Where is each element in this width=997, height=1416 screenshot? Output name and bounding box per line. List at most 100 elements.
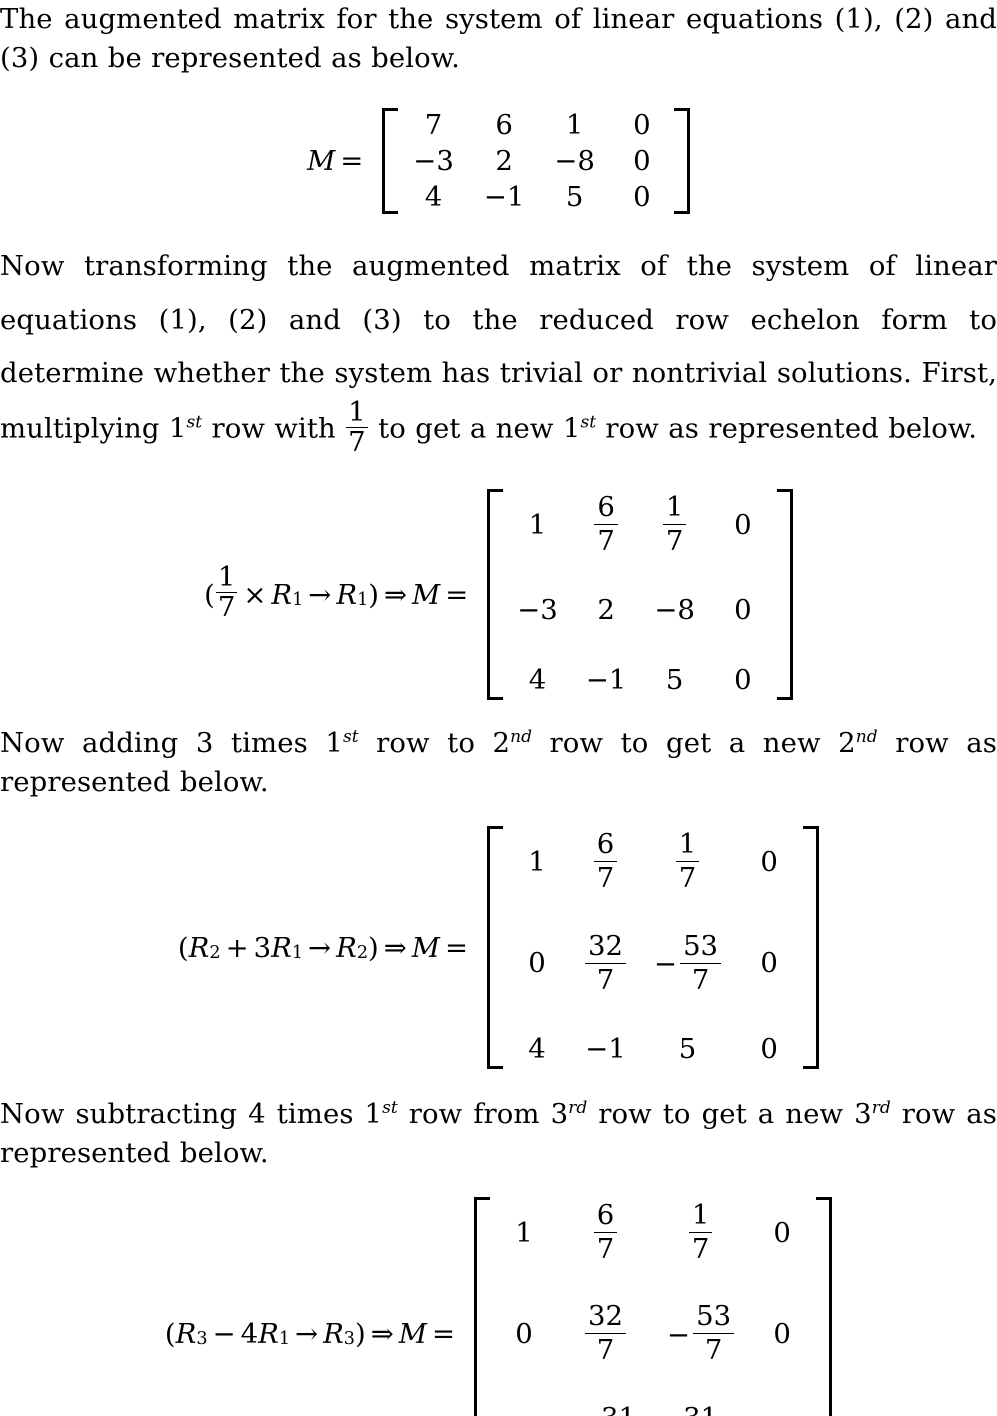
matrix-4-implies: ⇒ [370,1317,394,1350]
matrix-2-cell-r2c4: 0 [734,594,752,627]
matrix-3-arrow: → [308,931,332,964]
fraction: 53 7 [693,1302,735,1365]
paragraph-3-pre: Now adding 3 times 1 [0,727,343,760]
matrix-3-coefficient: 3 [253,931,272,964]
fraction-denominator: 7 [680,962,722,995]
fraction: 53 7 [680,929,722,995]
ordinal-suffix-st: st [186,412,203,433]
matrix-4-cell-r1c3: 17 [667,1197,735,1268]
matrix-2-cell-r3c4: 0 [734,664,752,697]
paragraph-4-mid-2: row to get a new 3 [587,1097,872,1130]
matrix-3-cell-r2c4: 0 [760,947,778,980]
paragraph-3-mid-1: row to 2 [358,727,511,760]
matrix-1-name: M [307,145,336,178]
equation-matrix-1: M = 7 6 1 0 −3 2 −8 0 4 −1 5 0 [0,108,997,215]
matrix-2-cell-r1c3: 17 [641,489,709,560]
matrix-1-cell-r1c4: 0 [633,109,651,142]
fraction-denominator: 7 [675,861,700,893]
paragraph-2-line-3-mid: row with [202,412,346,445]
inline-fraction-denominator: 7 [346,426,368,459]
matrix-3-cell-r1c4: 0 [760,845,778,878]
matrix-3-cell-r1c1: 1 [528,845,546,878]
matrix-4-arrow: → [295,1317,319,1350]
matrix-4-cell-r3c2: −317 [558,1400,653,1416]
matrix-3-right-bracket [803,826,820,1069]
equation-matrix-2: (1 7 × R 1 → R 1) ⇒ M = 1 6 7 1 7 0 −3 2 −8 0 4 −1 5 0 [0,488,997,701]
matrix-1-equals: = [340,145,364,178]
matrix-4-cell-r1c1: 1 [515,1216,533,1249]
matrix-4-label: (R 3−4 R 1 → R 3) ⇒ M = [165,1318,474,1350]
matrix-1-cell-r3c1: 4 [424,181,443,214]
paragraph-3-tail: below. [179,766,269,799]
matrix-2-left-bracket [487,488,504,701]
matrix-1-cell-r3c4: 0 [633,181,651,214]
matrix-4-cell-r1c4: 0 [773,1216,791,1249]
matrix-1-right-bracket [673,108,690,215]
fraction-numerator: 32 [588,929,624,962]
fraction-numerator: 6 [596,1199,615,1231]
fraction: 317 [598,1403,639,1416]
matrix-4-operator: − [212,1317,236,1350]
matrix-2-cell-r1c2: 67 [572,489,640,560]
fraction-numerator: 1 [678,828,697,861]
fraction: 32 7 [585,1302,627,1365]
matrix-2-scalar-numerator: 1 [217,560,236,593]
ordinal-suffix-st-4: st [382,1097,398,1118]
matrix-3-close-paren: ) [368,931,379,964]
matrix-2-cell-r2c3: −8 [654,594,695,627]
matrix-2-body: 1 6 7 1 7 0 −3 2 −8 0 4 −1 5 0 [503,489,777,700]
matrix-1-body: 7 6 1 0 −3 2 −8 0 4 −1 5 0 [398,108,674,214]
matrix-3-open-paren: ( [177,931,189,964]
paragraph-2-line-4-pre: to get a new 1 [378,412,581,445]
fraction-denominator: 7 [693,1333,735,1365]
fraction-numerator: 53 [683,929,719,962]
matrix-1: 7 6 1 0 −3 2 −8 0 4 −1 5 0 [382,108,690,215]
matrix-3-cell-r2c3: −53 7 [640,928,735,999]
fraction: 17 [662,492,687,556]
matrix-4-row-b: R [258,1317,279,1350]
matrix-3-target-row: R [336,931,357,964]
matrix-4-body: 1671700327−53700−3173170 [490,1197,816,1416]
matrix-4-cell-r2c1: 0 [515,1317,533,1350]
ordinal-suffix-rd-2: rd [871,1097,891,1118]
paragraph-1: The augmented matrix for the system of l… [0,0,997,78]
matrix-2-implies: ⇒ [384,578,408,611]
fraction: 17 [688,1200,713,1264]
paragraph-4-pre: Now subtracting 4 times 1 [0,1097,383,1130]
fraction-numerator: 31 [680,1403,721,1416]
matrix-2-cell-r2c2: 2 [597,594,615,627]
matrix-2-arrow: → [308,578,332,611]
matrix-3-left-bracket [487,826,504,1069]
matrix-3-cell-r3c1: 4 [528,1032,546,1065]
fraction: 317 [680,1403,721,1416]
matrix-3-cell-r2c1: 0 [528,947,546,980]
matrix-4-cell-r3c3: 317 [666,1400,735,1416]
fraction-denominator: 7 [585,962,627,995]
matrix-3-cell-r2c2: 32 7 [571,928,640,999]
matrix-3-name: M [411,931,440,964]
matrix-1-cell-r2c2: 2 [495,145,513,178]
matrix-2-cell-r1c4: 0 [734,508,752,541]
fraction-denominator: 7 [662,524,687,556]
matrix-3-implies: ⇒ [383,931,407,964]
matrix-3-cell-r3c3: 5 [678,1032,697,1065]
paragraph-2: Now transforming the augmented matrix of… [0,240,997,459]
minus-sign: − [654,948,678,981]
document-page: The augmented matrix for the system of l… [0,0,997,1416]
matrix-1-cell-r1c1: 7 [424,109,443,142]
matrix-1-cell-r2c1: −3 [413,145,454,178]
paragraph-4-post: row as [890,1097,997,1130]
fraction-denominator: 7 [585,1333,627,1365]
ordinal-suffix-nd-2: nd [855,727,878,748]
matrix-2-open-paren: ( [204,578,215,611]
equation-matrix-3: (R 2 +3 R 1 → R 2) ⇒ M = 1 6 7 1 7 0 0 32 7−53 7 0 4 −1 5 0 [0,826,997,1069]
matrix-4-right-bracket [816,1197,833,1416]
matrix-4: 1671700327−53700−3173170 [474,1197,833,1416]
matrix-2-close-paren: ) [368,578,379,611]
matrix-1-cell-r3c3: 5 [565,181,584,214]
matrix-2-cell-r3c1: 4 [528,664,547,697]
matrix-4-left-bracket [474,1197,490,1416]
